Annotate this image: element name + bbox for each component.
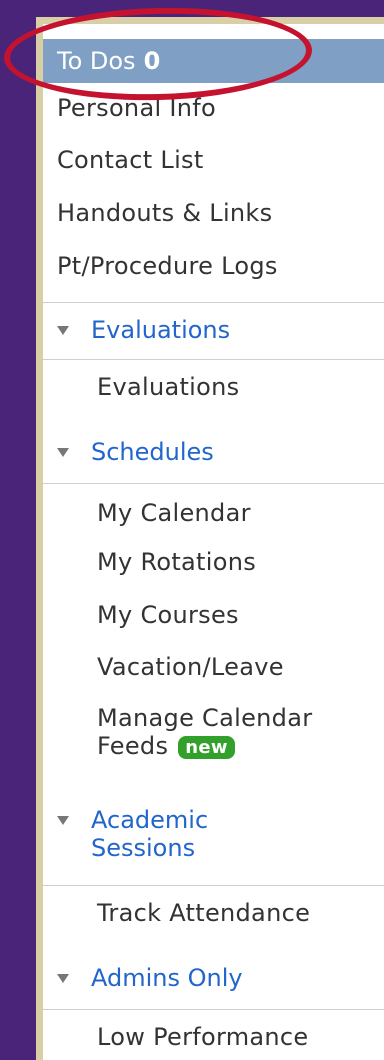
section-toggle-evaluations[interactable]: Evaluations: [57, 316, 230, 344]
divider: [43, 359, 384, 360]
section-label-line2: Sessions: [91, 834, 196, 862]
sidebar-item-vacation-leave[interactable]: Vacation/Leave: [97, 653, 284, 681]
sidebar-item-procedure-logs[interactable]: Pt/Procedure Logs: [57, 252, 278, 280]
triangle-down-icon: [57, 448, 69, 457]
triangle-down-icon: [57, 974, 69, 983]
sidebar-item-evaluations[interactable]: Evaluations: [97, 373, 239, 401]
item-label-line2: Feeds new: [97, 732, 312, 760]
item-label-line1: Manage Calendar: [97, 704, 313, 732]
divider: [43, 885, 384, 886]
section-toggle-academic-sessions[interactable]: Academic Sessions: [57, 806, 208, 862]
sidebar-item-track-attendance[interactable]: Track Attendance: [97, 899, 310, 927]
section-label: Admins Only: [91, 964, 243, 992]
divider: [43, 1009, 384, 1010]
triangle-down-icon: [57, 816, 69, 825]
sidebar-item-low-performance[interactable]: Low Performance: [97, 1023, 308, 1051]
sidebar-item-handouts-links[interactable]: Handouts & Links: [57, 199, 272, 227]
section-label: Evaluations: [91, 316, 231, 344]
sidebar-item-manage-calendar-feeds[interactable]: Manage Calendar Feeds new: [97, 704, 312, 760]
triangle-down-icon: [57, 326, 69, 335]
sidebar-item-my-courses[interactable]: My Courses: [97, 601, 239, 629]
section-toggle-schedules[interactable]: Schedules: [57, 438, 214, 466]
sidebar-item-contact-list[interactable]: Contact List: [57, 146, 204, 174]
sidebar-item-my-calendar[interactable]: My Calendar: [97, 499, 251, 527]
sidebar-item-my-rotations[interactable]: My Rotations: [97, 548, 256, 576]
new-badge: new: [178, 735, 235, 759]
section-label: Academic Sessions: [91, 806, 208, 862]
section-label-line1: Academic: [91, 806, 209, 834]
item-label-line2-text: Feeds: [97, 732, 169, 760]
sidebar-menu: To Dos 0 Personal Info Contact List Hand…: [43, 24, 384, 1060]
section-label: Schedules: [91, 438, 214, 466]
divider: [43, 483, 384, 484]
divider: [43, 302, 384, 303]
section-toggle-admins-only[interactable]: Admins Only: [57, 964, 243, 992]
